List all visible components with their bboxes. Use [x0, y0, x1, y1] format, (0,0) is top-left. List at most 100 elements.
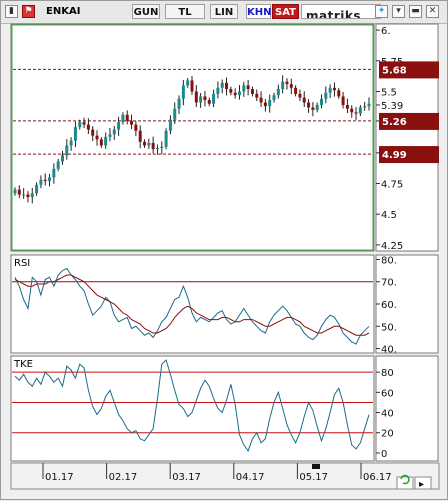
candle-body	[328, 87, 332, 93]
candle-body	[315, 104, 319, 110]
candle-body	[220, 82, 224, 88]
candle-body	[341, 96, 345, 105]
candle-body	[73, 127, 77, 141]
candle-body	[56, 161, 60, 169]
x-tick-label: 06.17	[363, 472, 392, 483]
candle-body	[302, 97, 306, 103]
candle-body	[78, 122, 82, 128]
candle-body	[285, 81, 289, 85]
candle-body	[69, 140, 73, 146]
candle-body	[177, 98, 181, 109]
candle-body	[91, 129, 95, 136]
tke-ytick-label: 20	[381, 429, 394, 440]
candle-body	[190, 80, 194, 92]
candle-body	[203, 96, 207, 101]
candle-body	[276, 89, 280, 96]
candle-body	[268, 100, 272, 107]
candle-body	[207, 100, 211, 104]
candle-body	[233, 92, 237, 96]
tke-panel-title: TKE	[13, 359, 33, 370]
tke-ytick-label: 80	[381, 368, 394, 379]
candle-body	[138, 130, 142, 142]
candle-body	[30, 193, 34, 198]
candle-body	[168, 119, 172, 131]
level-pill-label: 5.26	[382, 117, 407, 128]
candle-body	[259, 97, 263, 103]
rsi-panel-title: RSI	[14, 258, 30, 269]
candle-body	[164, 130, 168, 147]
candle-body	[43, 179, 47, 182]
candle-body	[82, 122, 86, 125]
candle-body	[186, 80, 190, 86]
rsi-ytick-label: 70.	[381, 278, 397, 289]
candle-body	[272, 95, 276, 101]
tke-ytick-label: 40	[381, 409, 394, 420]
candle-body	[60, 155, 64, 162]
candle-body	[281, 81, 285, 90]
candle-body	[35, 184, 39, 194]
candle-body	[255, 93, 259, 98]
plot-panel-0	[10, 23, 375, 252]
candle-body	[320, 98, 324, 105]
x-tick-label: 04.17	[236, 472, 265, 483]
level-pill-label: 4.99	[382, 150, 407, 161]
price-ytick-label: 4.5	[381, 210, 397, 221]
candle-body	[48, 177, 52, 182]
time-cursor-marker	[312, 464, 320, 469]
candle-body	[242, 85, 246, 92]
candle-body	[52, 168, 56, 178]
candle-body	[22, 194, 26, 196]
candle-body	[13, 189, 17, 194]
chart-canvas: 6.5.755.55.395.2654.754.54.255.685.264.9…	[10, 23, 440, 490]
rsi-ytick-label: 40.	[381, 345, 397, 356]
rsi-ytick-label: 80.	[381, 255, 397, 266]
candle-body	[99, 139, 103, 146]
candle-body	[354, 112, 358, 114]
x-tick-label: 02.17	[109, 472, 138, 483]
candle-body	[181, 85, 185, 99]
candle-body	[117, 122, 121, 130]
candle-body	[212, 93, 216, 104]
candle-body	[17, 189, 21, 195]
chart-window: ▮ ⚑ ENKAI GUN TL LIN KHN SAT matriks ✦ ▾…	[0, 0, 448, 500]
candle-body	[307, 102, 311, 108]
candle-body	[39, 179, 43, 185]
x-tick-label: 03.17	[172, 472, 201, 483]
candle-body	[143, 141, 147, 146]
candle-body	[246, 85, 250, 90]
candle-body	[289, 84, 293, 88]
candle-body	[229, 89, 233, 93]
plot-panel-1	[10, 254, 375, 354]
candle-body	[173, 108, 177, 120]
candle-body	[199, 96, 203, 103]
x-tick-label: 01.17	[45, 472, 74, 483]
candle-body	[104, 136, 108, 146]
rsi-ytick-label: 50.	[381, 322, 397, 333]
candle-body	[151, 143, 155, 150]
level-pill-label: 5.68	[382, 65, 407, 76]
candle-body	[130, 120, 134, 125]
candle-body	[363, 106, 367, 108]
candle-body	[250, 89, 254, 94]
rsi-ytick-label: 60.	[381, 300, 397, 311]
candle-body	[337, 90, 341, 97]
candle-body	[112, 129, 116, 135]
price-ytick-label: 5.39	[381, 101, 403, 112]
candle-body	[125, 114, 129, 121]
candle-body	[350, 108, 354, 113]
candle-body	[298, 93, 302, 98]
candle-body	[121, 114, 125, 123]
candle-body	[194, 91, 198, 103]
candle-body	[332, 87, 336, 91]
candle-body	[155, 147, 159, 150]
price-ytick-label: 4.25	[381, 241, 403, 252]
candle-body	[147, 143, 151, 146]
candle-body	[263, 102, 267, 107]
tke-ytick-label: 60	[381, 388, 394, 399]
scroll-right-glyph: ▸	[419, 479, 424, 490]
candle-body	[216, 87, 220, 94]
candle-body	[65, 145, 69, 156]
candle-body	[26, 194, 30, 198]
candle-body	[358, 107, 362, 114]
candle-body	[86, 124, 90, 130]
